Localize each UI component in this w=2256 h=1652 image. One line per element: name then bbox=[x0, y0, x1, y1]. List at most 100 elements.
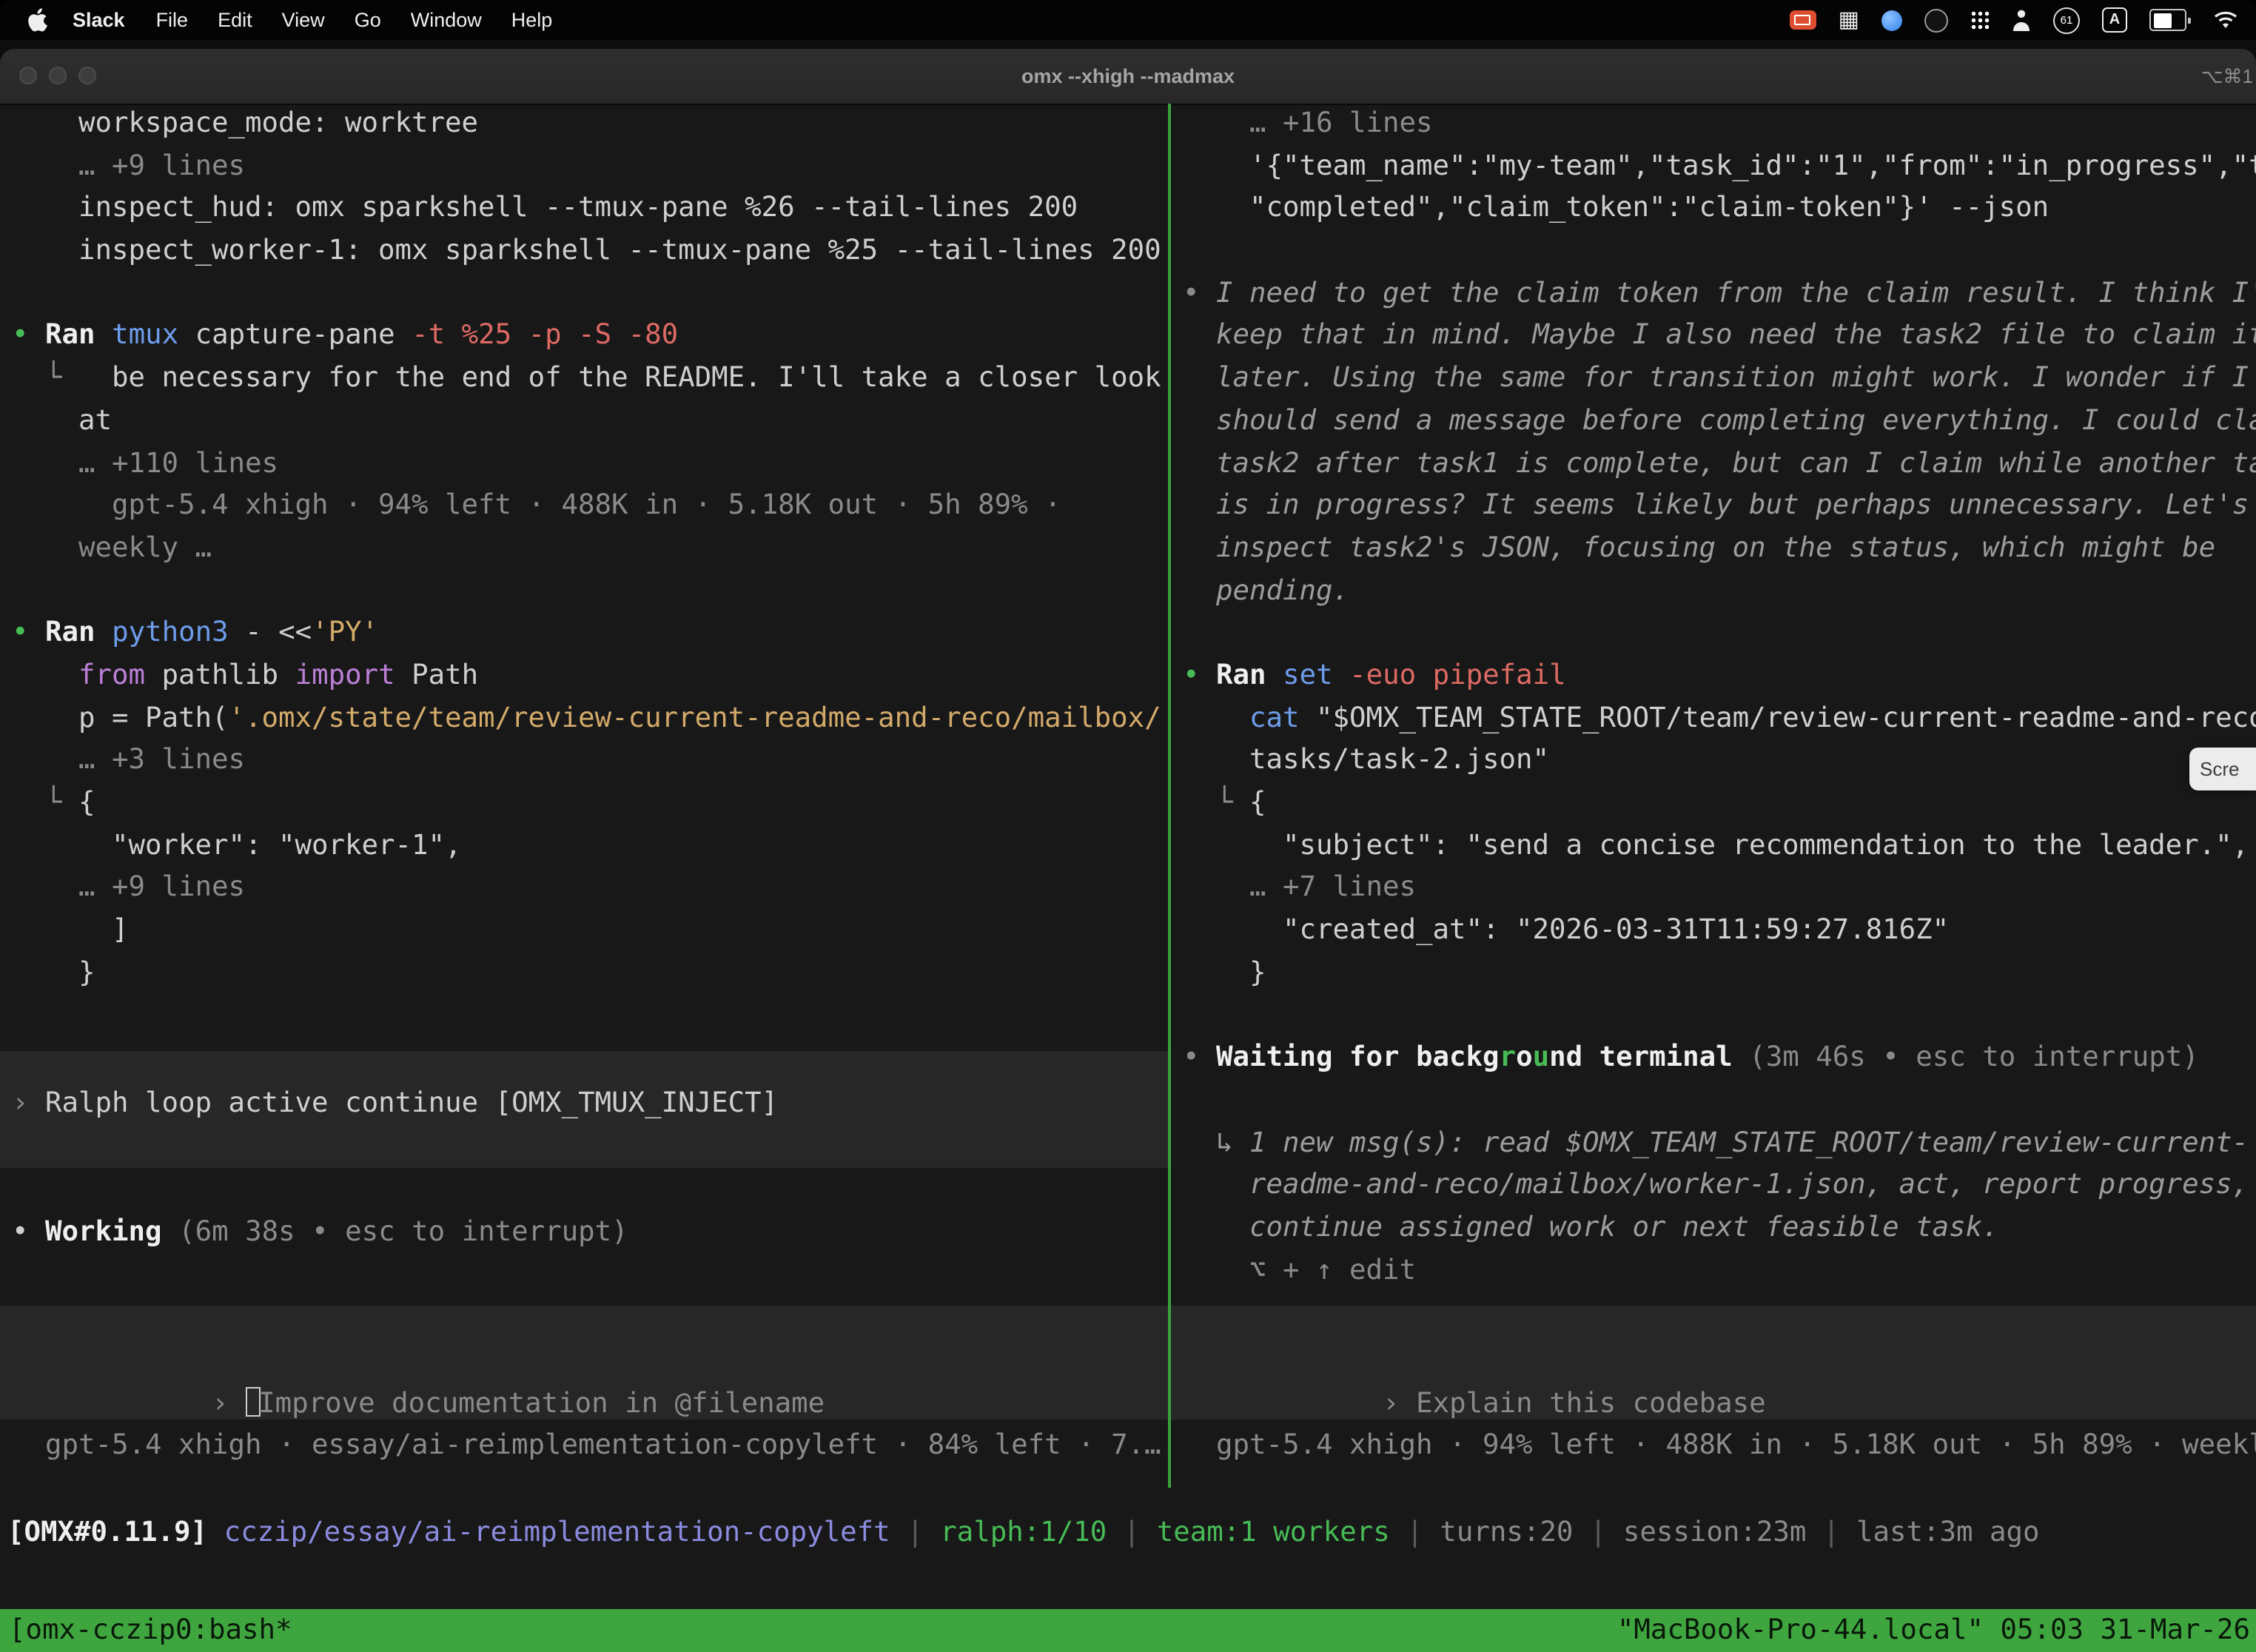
inject-line: › Ralph loop active continue [OMX_TMUX_I… bbox=[12, 1084, 1168, 1126]
person-icon[interactable] bbox=[2012, 9, 2031, 31]
terminal-text-segment: Path bbox=[412, 660, 478, 691]
terminal-body: workspace_mode: worktree … +9 lines insp… bbox=[0, 104, 2256, 1652]
terminal-line: from pathlib import Path bbox=[12, 656, 1168, 698]
terminal-text-segment: | bbox=[890, 1517, 941, 1548]
terminal-text-segment: -euo pipefail bbox=[1349, 660, 1566, 691]
terminal-text-segment: "completed","claim_token":"claim-token"}… bbox=[1183, 193, 2049, 224]
terminal-text-segment: o bbox=[1516, 1042, 1533, 1073]
menu-item-edit[interactable]: Edit bbox=[203, 9, 267, 31]
apple-menu[interactable] bbox=[21, 7, 56, 33]
terminal-text-segment: I need to get the claim token from the c… bbox=[1216, 278, 2256, 309]
terminal-text-segment: "created_at": "2026-03-31T11:59:27.816Z" bbox=[1183, 915, 1949, 946]
tmux-session-label[interactable]: [omx-cczip0:bash* bbox=[0, 1615, 292, 1646]
window-title-bar[interactable]: omx --xhigh --madmax ⌥⌘1 bbox=[0, 49, 2256, 105]
terminal-line: weekly … bbox=[12, 528, 1168, 571]
terminal-line: • I need to get the claim token from the… bbox=[1183, 274, 2256, 316]
battery-icon[interactable] bbox=[2149, 9, 2191, 31]
terminal-text-segment: | bbox=[1107, 1517, 1157, 1548]
terminal-line: is in progress? It seems likely but perh… bbox=[1183, 486, 2256, 528]
terminal-text-segment: | bbox=[1573, 1517, 1623, 1548]
prompt-placeholder: Explain this codebase bbox=[1416, 1389, 1766, 1420]
terminal-text-segment: ↳ 1 new msg(s): read $OMX_TEAM_STATE_ROO… bbox=[1183, 1127, 2249, 1158]
tmux-host-clock: "MacBook-Pro-44.local" 05:03 31-Mar-26 bbox=[1617, 1615, 2256, 1646]
terminal-text-segment: turns:20 bbox=[1440, 1517, 1573, 1548]
left-model-status: gpt-5.4 xhigh · essay/ai-reimplementatio… bbox=[12, 1426, 1168, 1468]
terminal-line: '{"team_name":"my-team","task_id":"1","f… bbox=[1183, 146, 2256, 188]
screen-recording-icon[interactable] bbox=[1790, 10, 1816, 30]
prompt-input-left[interactable]: › Improve documentation in @filename bbox=[0, 1305, 1168, 1419]
menu-item-window[interactable]: Window bbox=[396, 9, 497, 31]
right-pane[interactable]: … +16 lines '{"team_name":"my-team","tas… bbox=[1171, 104, 2256, 1488]
terminal-line: "worker": "worker-1", bbox=[12, 825, 1168, 867]
terminal-text-segment: "worker": "worker-1", bbox=[12, 830, 462, 861]
dark-app-icon[interactable] bbox=[1924, 8, 1948, 32]
menu-item-go[interactable]: Go bbox=[340, 9, 396, 31]
terminal-text-segment: - << bbox=[245, 618, 312, 649]
window-shortcut-badge: ⌥⌘1 bbox=[2201, 49, 2253, 104]
terminal-text-segment: continue assigned work or next feasible … bbox=[1183, 1212, 1999, 1243]
terminal-text-segment: session:23m bbox=[1623, 1517, 1807, 1548]
terminal-line: inspect task2's JSON, focusing on the st… bbox=[1183, 528, 2256, 571]
terminal-text-segment: (6m 38s • esc to interrupt) bbox=[178, 1218, 628, 1249]
terminal-text-segment: r bbox=[1500, 1042, 1517, 1073]
working-status-line: • Working (6m 38s • esc to interrupt) bbox=[12, 1213, 1168, 1255]
window-title: omx --xhigh --madmax bbox=[0, 49, 2256, 104]
terminal-text-segment: is in progress? It seems likely but perh… bbox=[1183, 490, 2249, 521]
terminal-line: … +9 lines bbox=[12, 146, 1168, 188]
grid-icon[interactable]: ▦ bbox=[1839, 9, 1859, 31]
prompt-input-right[interactable]: › Explain this codebase bbox=[1171, 1305, 2256, 1419]
terminal-text-segment: … +9 lines bbox=[12, 873, 245, 904]
terminal-line: ↳ 1 new msg(s): read $OMX_TEAM_STATE_ROO… bbox=[1183, 1123, 2256, 1165]
terminal-text-segment: later. Using the same for transition mig… bbox=[1183, 363, 2249, 394]
left-pane[interactable]: workspace_mode: worktree … +9 lines insp… bbox=[0, 104, 1168, 1488]
prompt-chevron: › bbox=[1383, 1389, 1416, 1420]
terminal-line: … +9 lines bbox=[12, 868, 1168, 910]
menu-item-view[interactable]: View bbox=[267, 9, 340, 31]
wifi-icon[interactable] bbox=[2213, 10, 2238, 30]
left-pane-scrollback: workspace_mode: worktree … +9 lines insp… bbox=[12, 104, 1168, 995]
terminal-line: gpt-5.4 xhigh · 94% left · 488K in · 5.1… bbox=[12, 486, 1168, 528]
menu-item-help[interactable]: Help bbox=[497, 9, 568, 31]
terminal-line: └ be necessary for the end of the README… bbox=[12, 358, 1168, 400]
terminal-text-segment: … +3 lines bbox=[12, 745, 245, 776]
terminal-text-segment: • bbox=[12, 618, 45, 649]
terminal-text-segment: [OMX#0.11.9] bbox=[7, 1517, 207, 1548]
terminal-text-segment: } bbox=[12, 958, 95, 989]
terminal-text-segment: › bbox=[12, 1089, 45, 1120]
terminal-text-segment: ralph:1/10 bbox=[940, 1517, 1107, 1548]
terminal-text-segment: Ralph loop active continue [OMX_TMUX_INJ… bbox=[45, 1089, 778, 1120]
terminal-line: • Ran python3 - <<'PY' bbox=[12, 614, 1168, 656]
apps-grid-icon[interactable] bbox=[1970, 10, 1990, 30]
terminal-text-segment: Ran bbox=[45, 618, 112, 649]
terminal-line bbox=[1183, 614, 2256, 656]
terminal-text-segment: u bbox=[1533, 1042, 1550, 1073]
terminal-text-segment: cat bbox=[1183, 702, 1316, 733]
input-source-icon[interactable]: A bbox=[2102, 7, 2127, 33]
terminal-text-segment: -t %25 -p -S -80 bbox=[412, 320, 678, 352]
menu-app-name[interactable]: Slack bbox=[56, 9, 141, 31]
terminal-text-segment: • bbox=[1183, 278, 1216, 309]
terminal-line: tasks/task-2.json" bbox=[1183, 741, 2256, 783]
terminal-text-segment: "$OMX_TEAM_STATE_ROOT/team/review-curren… bbox=[1316, 702, 2256, 733]
terminal-text-segment bbox=[207, 1517, 224, 1548]
terminal-line: p = Path('.omx/state/team/review-current… bbox=[12, 698, 1168, 740]
tmux-status-bar: [omx-cczip0:bash* "MacBook-Pro-44.local"… bbox=[0, 1609, 2256, 1652]
screenshot-notification[interactable]: Scre bbox=[2189, 748, 2256, 790]
terminal-text-segment: └ bbox=[1183, 788, 1249, 819]
terminal-text-segment: pathlib bbox=[162, 660, 295, 691]
blue-app-icon[interactable] bbox=[1881, 10, 1902, 30]
menu-bar-status-icons: ▦ 61 A bbox=[1790, 7, 2256, 33]
terminal-line: … +7 lines bbox=[1183, 868, 2256, 910]
gauge-icon[interactable]: 61 bbox=[2053, 7, 2080, 33]
terminal-text-segment: capture-pane bbox=[195, 320, 412, 352]
terminal-text-segment: workspace_mode: worktree bbox=[12, 108, 478, 139]
terminal-text-segment: set bbox=[1283, 660, 1349, 691]
terminal-line: later. Using the same for transition mig… bbox=[1183, 358, 2256, 400]
terminal-text-segment: • bbox=[12, 320, 45, 352]
terminal-line: ] bbox=[12, 910, 1168, 953]
terminal-line bbox=[12, 571, 1168, 613]
terminal-line bbox=[12, 274, 1168, 316]
terminal-text-segment: { bbox=[78, 788, 95, 819]
terminal-text-segment: └ bbox=[12, 788, 78, 819]
menu-item-file[interactable]: File bbox=[141, 9, 204, 31]
